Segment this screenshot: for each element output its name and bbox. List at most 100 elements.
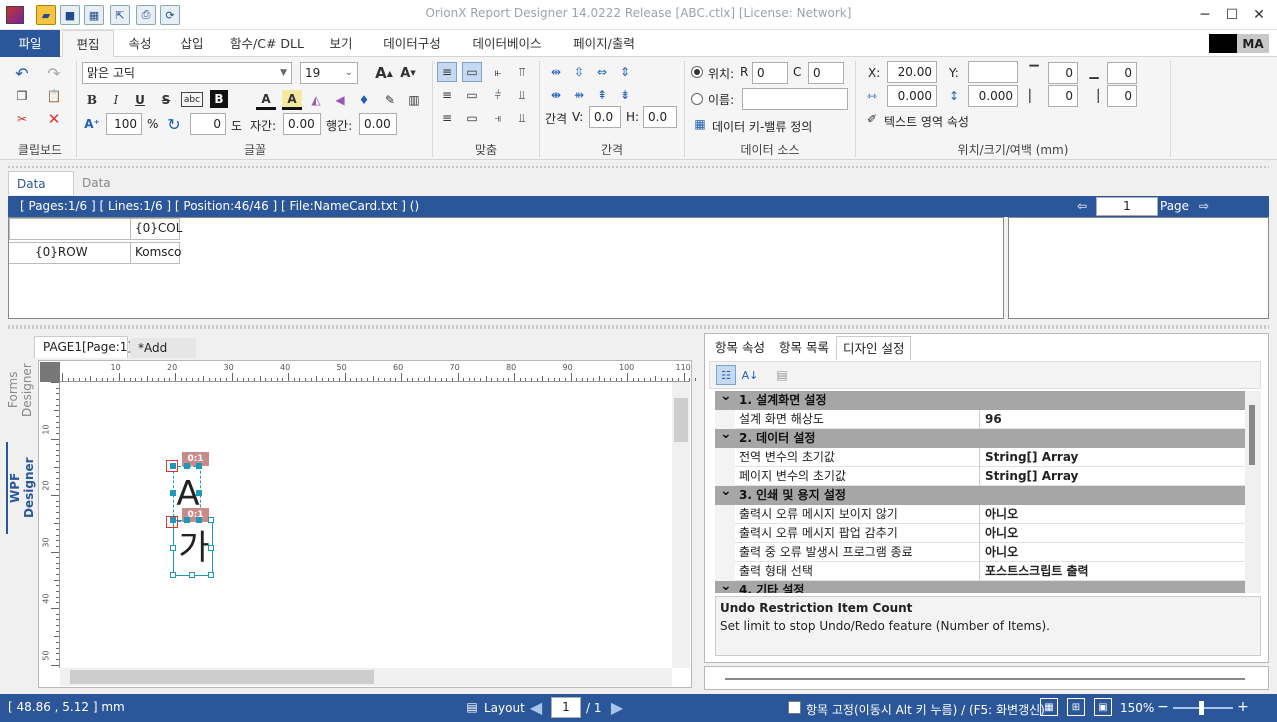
name-radio[interactable] — [691, 93, 703, 105]
shade-icon[interactable]: ◭ — [306, 90, 326, 110]
zoom-slider[interactable] — [1173, 701, 1233, 715]
increase-v-gap-icon[interactable]: ⇞ — [592, 85, 612, 105]
increase-h-gap-icon[interactable]: ⇼ — [546, 85, 566, 105]
align-top-edge-icon[interactable]: ⫪ — [512, 62, 532, 82]
same-width-icon[interactable]: ⇔ — [592, 62, 612, 82]
scale-text-icon[interactable]: A⁺ — [82, 114, 102, 134]
page-next-icon[interactable]: ⇨ — [1196, 198, 1212, 214]
zoom-thumb[interactable] — [1199, 701, 1204, 715]
shadow-icon[interactable]: ◀ — [330, 90, 350, 110]
paint-bucket-icon[interactable]: ♦ — [354, 90, 374, 110]
table-icon[interactable]: ▦ — [690, 114, 710, 134]
property-value[interactable]: String[] Array — [981, 448, 1078, 467]
selection-handle[interactable] — [170, 572, 176, 578]
selection-handle[interactable] — [170, 517, 176, 523]
page-prev-icon[interactable]: ⇦ — [1074, 198, 1090, 214]
selection-handle[interactable] — [208, 572, 214, 578]
actual-size-icon[interactable]: ▣ — [1094, 698, 1112, 716]
property-row[interactable]: 페이지 변수의 초기값 String[] Array — [715, 467, 1245, 486]
grid-row-header[interactable]: {0}ROW — [9, 242, 131, 264]
fit-page-icon[interactable]: ▦ — [1040, 698, 1058, 716]
cut-icon[interactable]: ✂ — [12, 109, 32, 129]
scale-input[interactable]: 100 — [106, 113, 142, 135]
strikethrough-icon[interactable]: S — [156, 90, 176, 110]
align-left-icon[interactable]: ≡ — [437, 62, 457, 82]
char-spacing-input[interactable]: 0.00 — [283, 113, 321, 135]
pen-icon[interactable]: ✎ — [380, 90, 400, 110]
page-number-input[interactable]: 1 — [551, 697, 581, 718]
prev-page-icon[interactable]: ◀ — [527, 698, 545, 717]
y-input[interactable] — [968, 61, 1018, 83]
margin-bottom-input[interactable]: 0 — [1107, 62, 1137, 84]
rotate-input[interactable]: 0 — [190, 113, 226, 135]
undo-icon[interactable]: ↶ — [12, 63, 32, 83]
height-input[interactable]: 0.000 — [968, 85, 1018, 107]
property-grid[interactable]: ⌄ 1. 설계화면 설정 설계 화면 해상도 96 ⌄ 2. 데이터 설정 전역 변수의 초… — [715, 391, 1245, 593]
align-left-edge-icon[interactable]: ⫦ — [488, 62, 508, 82]
selection-handle[interactable] — [170, 490, 176, 496]
gap-v-input[interactable]: 0.0 — [589, 106, 621, 128]
delete-icon[interactable]: ✕ — [44, 109, 64, 129]
layout-label[interactable]: Layout — [484, 701, 525, 715]
grid-col-header[interactable]: {0}COL — [130, 218, 182, 240]
tab-item-properties[interactable]: 항목 속성 — [709, 336, 771, 360]
property-value[interactable]: 아니오 — [981, 543, 1018, 562]
splitter[interactable] — [8, 325, 1269, 329]
line-spacing-input[interactable]: 0.00 — [359, 113, 397, 135]
panel-hscroll[interactable] — [725, 678, 1245, 680]
maximize-button[interactable]: ☐ — [1219, 4, 1245, 26]
property-value[interactable]: 아니오 — [981, 524, 1018, 543]
font-color-icon[interactable]: A — [256, 90, 276, 110]
grow-font-icon[interactable]: A ▲ — [374, 63, 394, 83]
tab-edit[interactable]: 편집 — [62, 30, 114, 58]
property-category[interactable]: ⌄ 4. 기타 설정 — [715, 578, 1245, 593]
align-v-center-icon[interactable]: ⫫ — [512, 85, 532, 105]
add-page-tab[interactable]: *Add Page — [130, 338, 196, 375]
redo-icon[interactable]: ↷ — [44, 63, 64, 83]
rotate-icon[interactable]: ↻ — [164, 114, 184, 134]
tab-data-config[interactable]: 데이터구성 — [372, 30, 452, 57]
property-value[interactable]: 96 — [981, 410, 1002, 429]
bold-icon[interactable]: B — [82, 90, 102, 110]
zoom-out-icon[interactable]: − — [1156, 698, 1170, 716]
align-bottom-edge-icon[interactable]: ⫫ — [512, 108, 532, 128]
underline-icon[interactable]: U — [130, 90, 150, 110]
width-input[interactable]: 0.000 — [887, 85, 937, 107]
selection-handle[interactable] — [189, 572, 195, 578]
file-menu[interactable]: 파일 — [0, 30, 60, 57]
canvas-hscroll[interactable] — [60, 668, 672, 686]
font-size-combo[interactable]: 19 ⌄ — [300, 62, 358, 84]
distribute-h-icon[interactable]: ⇹ — [546, 62, 566, 82]
italic-icon[interactable]: I — [106, 90, 126, 110]
tab-data-grid[interactable]: Data Grid — [8, 171, 74, 215]
fit-width-icon[interactable]: ⊞ — [1067, 698, 1085, 716]
same-height-icon[interactable]: ⇕ — [615, 62, 635, 82]
tab-insert[interactable]: 삽입 — [168, 30, 216, 57]
property-row[interactable]: 설계 화면 해상도 96 — [715, 410, 1245, 429]
tab-database[interactable]: 데이터베이스 — [462, 30, 552, 57]
sort-alpha-icon[interactable]: A↓ — [740, 365, 760, 385]
selection-handle[interactable] — [196, 490, 202, 496]
shrink-font-icon[interactable]: A ▼ — [398, 63, 418, 83]
tab-wpf-designer[interactable]: WPF Designer — [6, 442, 36, 534]
property-value[interactable]: 포스트스크립트 출력 — [981, 562, 1089, 581]
distribute-v-icon[interactable]: ⇳ — [569, 62, 589, 82]
selection-handle[interactable] — [196, 463, 202, 469]
property-category[interactable]: ⌄ 2. 데이터 설정 — [715, 426, 1245, 448]
design-canvas[interactable] — [38, 360, 692, 688]
align-right-edge-icon[interactable]: ⫣ — [488, 108, 508, 128]
gap-h-input[interactable]: 0.0 — [643, 106, 677, 128]
row-input[interactable]: 0 — [752, 62, 788, 84]
bold-box-icon[interactable]: B — [210, 90, 228, 108]
property-value[interactable]: 아니오 — [981, 505, 1018, 524]
selection-handle[interactable] — [184, 463, 190, 469]
property-row[interactable]: 전역 변수의 초기값 String[] Array — [715, 448, 1245, 467]
item-b-box[interactable]: 가 — [173, 520, 213, 576]
prop-scrollbar[interactable] — [1245, 391, 1261, 593]
text-area-button[interactable]: 텍스트 영역 속성 — [884, 113, 969, 130]
selection-handle[interactable] — [208, 545, 214, 551]
scroll-thumb[interactable] — [674, 398, 688, 442]
highlight-color-icon[interactable]: A — [282, 90, 302, 110]
property-value[interactable]: String[] Array — [981, 467, 1078, 486]
col-input[interactable]: 0 — [808, 62, 844, 84]
